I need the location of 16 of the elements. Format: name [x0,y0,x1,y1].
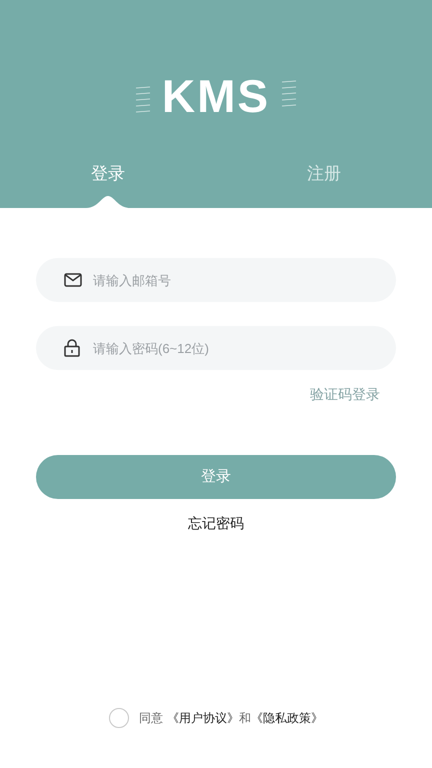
code-login-link[interactable]: 验证码登录 [310,384,380,405]
forgot-password-link[interactable]: 忘记密码 [188,513,244,534]
user-agreement-link[interactable]: 《用户协议》 [167,709,239,727]
privacy-policy-link[interactable]: 《隐私政策》 [251,709,323,727]
tab-indicator-notch [86,194,130,208]
agreement-joiner: 和 [239,710,251,727]
envelope-icon [64,273,82,287]
app-logo: KMS [136,66,296,126]
tab[interactable]: 登录 [91,160,125,194]
agree-checkbox[interactable] [109,708,129,728]
login-button[interactable]: 登录 [36,455,396,499]
agreement-label: 同意 [139,710,163,727]
tab[interactable]: 注册 [307,160,341,194]
input-field[interactable]: 请输入邮箱号 [36,258,396,302]
lock-icon [64,339,80,357]
input-field[interactable]: 请输入密码(6~12位) [36,326,396,370]
